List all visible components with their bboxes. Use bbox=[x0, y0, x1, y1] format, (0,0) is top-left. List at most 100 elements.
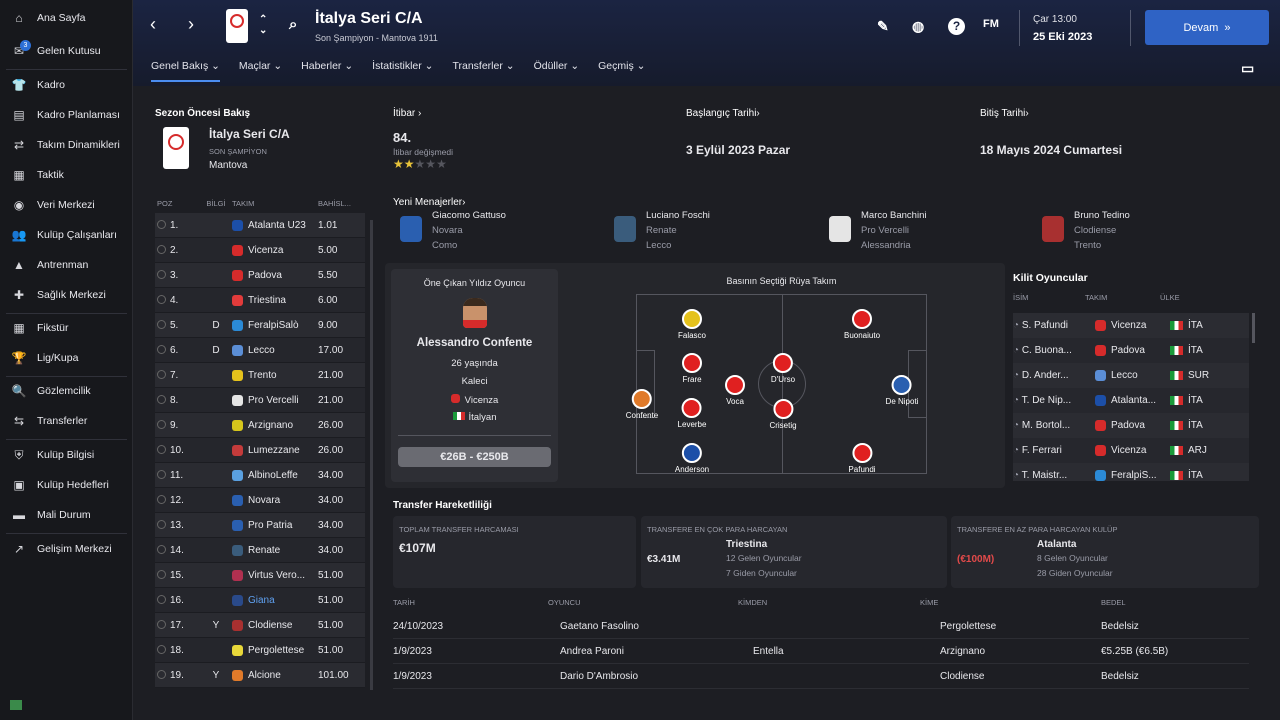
new-managers-label[interactable]: Yeni Menajerler› bbox=[393, 197, 465, 208]
table-row[interactable]: 2. Vicenza 5.00 bbox=[155, 238, 365, 263]
team-cell[interactable]: Lecco bbox=[232, 344, 318, 356]
team-cell[interactable]: Pro Patria bbox=[232, 519, 318, 531]
sidebar-item-16[interactable]: ▬ Mali Durum bbox=[0, 500, 133, 530]
forward-button[interactable]: › bbox=[188, 14, 194, 35]
reputation-label[interactable]: İtibar › bbox=[393, 108, 421, 119]
key-player-row[interactable]: ◔ S. Pafundi Vicenza İTA bbox=[1013, 313, 1249, 338]
team-cell[interactable]: Alcione bbox=[232, 669, 318, 681]
table-row[interactable]: 8. Pro Vercelli 21.00 bbox=[155, 388, 365, 413]
tab-1[interactable]: Maçlar ⌄ bbox=[239, 60, 282, 82]
world-icon[interactable]: ◍ bbox=[912, 18, 924, 35]
column-header[interactable]: KİMDEN bbox=[738, 598, 767, 607]
table-row[interactable]: 12. Novara 34.00 bbox=[155, 488, 365, 513]
column-header[interactable]: BEDEL bbox=[1101, 598, 1126, 607]
continue-button[interactable]: Devam » bbox=[1145, 10, 1269, 45]
chevron-updown-icon[interactable]: ⌃ ⌄ bbox=[259, 14, 267, 36]
sidebar-item-7[interactable]: 👥 Kulüp Çalışanları bbox=[0, 220, 133, 250]
sidebar-item-17[interactable]: ↗ Gelişim Merkezi bbox=[0, 534, 133, 564]
sidebar-item-4[interactable]: ⇄ Takım Dinamikleri bbox=[0, 130, 133, 160]
table-row[interactable]: 1. Atalanta U23 1.01 bbox=[155, 213, 365, 238]
tab-6[interactable]: Geçmiş ⌄ bbox=[598, 60, 645, 82]
team-cell[interactable]: Renate bbox=[232, 544, 318, 556]
key-player-row[interactable]: ◔ D. Ander... Lecco SUR bbox=[1013, 363, 1249, 388]
column-header[interactable]: ÜLKE bbox=[1160, 293, 1220, 307]
team-cell[interactable]: Pro Vercelli bbox=[232, 394, 318, 406]
table-row[interactable]: 6. D Lecco 17.00 bbox=[155, 338, 365, 363]
key-player-row[interactable]: ◔ M. Bortol... Padova İTA bbox=[1013, 413, 1249, 438]
column-header[interactable]: BAHİSL... bbox=[318, 199, 365, 208]
team-cell[interactable]: Trento bbox=[232, 369, 318, 381]
tab-4[interactable]: Transferler ⌄ bbox=[452, 60, 514, 82]
star-club[interactable]: Vicenza bbox=[391, 394, 558, 406]
dream-player[interactable]: Leverbe bbox=[678, 398, 706, 429]
table-row[interactable]: 7. Trento 21.00 bbox=[155, 363, 365, 388]
transfer-row[interactable]: 1/9/2023 Andrea Paroni Entella Arzignano €5.… bbox=[393, 639, 1249, 664]
column-header[interactable]: TARİH bbox=[393, 598, 415, 607]
tab-3[interactable]: İstatistikler ⌄ bbox=[372, 60, 433, 82]
table-row[interactable]: 5. D FeralpiSalò 9.00 bbox=[155, 313, 365, 338]
sidebar-item-0[interactable]: ⌂ Ana Sayfa bbox=[0, 3, 133, 33]
sidebar-item-13[interactable]: ⇆ Transferler bbox=[0, 406, 133, 436]
transfer-row[interactable]: 1/9/2023 Dario D'Ambrosio Clodiense Bedelsi… bbox=[393, 664, 1249, 689]
team-cell[interactable]: Atalanta U23 bbox=[232, 219, 318, 231]
edit-icon[interactable]: ✎ bbox=[877, 18, 889, 35]
key-player-row[interactable]: ◔ T. De Nip... Atalanta... İTA bbox=[1013, 388, 1249, 413]
team-cell[interactable]: FeralpiSalò bbox=[232, 319, 318, 331]
dream-player[interactable]: D'Urso bbox=[771, 353, 795, 384]
transfer-row[interactable]: 24/10/2023 Gaetano Fasolino Pergolettese Be… bbox=[393, 614, 1249, 639]
sidebar-item-9[interactable]: ✚ Sağlık Merkezi bbox=[0, 280, 133, 310]
table-row[interactable]: 14. Renate 34.00 bbox=[155, 538, 365, 563]
table-scrollbar[interactable] bbox=[370, 220, 373, 690]
sidebar-item-3[interactable]: ▤ Kadro Planlaması bbox=[0, 100, 133, 130]
sidebar-item-12[interactable]: 🔍 Gözlemcilik bbox=[0, 376, 133, 406]
key-player-row[interactable]: ◔ C. Buona... Padova İTA bbox=[1013, 338, 1249, 363]
column-header[interactable]: KİME bbox=[920, 598, 938, 607]
sidebar-item-14[interactable]: ⛨ Kulüp Bilgisi bbox=[0, 440, 133, 470]
table-row[interactable]: 19. Y Alcione 101.00 bbox=[155, 663, 365, 688]
start-date-label[interactable]: Başlangıç Tarihi› bbox=[686, 108, 760, 119]
dream-player[interactable]: Buonaiuto bbox=[844, 309, 880, 340]
team-cell[interactable]: Triestina bbox=[232, 294, 318, 306]
end-date-label[interactable]: Bitiş Tarihi› bbox=[980, 108, 1029, 119]
dream-player[interactable]: Falasco bbox=[678, 309, 706, 340]
column-header[interactable]: POZ bbox=[155, 199, 200, 208]
table-row[interactable]: 17. Y Clodiense 51.00 bbox=[155, 613, 365, 638]
sidebar-item-8[interactable]: ▲ Antrenman bbox=[0, 250, 133, 280]
table-row[interactable]: 11. AlbinoLeffe 34.00 bbox=[155, 463, 365, 488]
table-row[interactable]: 16. Giana 51.00 bbox=[155, 588, 365, 613]
team-cell[interactable]: Giana bbox=[232, 594, 318, 606]
table-row[interactable]: 13. Pro Patria 34.00 bbox=[155, 513, 365, 538]
sidebar-item-5[interactable]: ▦ Taktik bbox=[0, 160, 133, 190]
tab-5[interactable]: Ödüller ⌄ bbox=[534, 60, 580, 82]
back-button[interactable]: ‹ bbox=[150, 14, 156, 35]
search-icon[interactable]: ⌕ bbox=[289, 16, 297, 33]
sidebar-item-2[interactable]: 👕 Kadro bbox=[0, 70, 133, 100]
team-cell[interactable]: Lumezzane bbox=[232, 444, 318, 456]
team-cell[interactable]: Virtus Vero... bbox=[232, 569, 318, 581]
team-cell[interactable]: Padova bbox=[232, 269, 318, 281]
sidebar-item-1[interactable]: ✉ 3 Gelen Kutusu bbox=[0, 36, 133, 66]
tab-0[interactable]: Genel Bakış ⌄ bbox=[151, 60, 220, 82]
team-cell[interactable]: Novara bbox=[232, 494, 318, 506]
sidebar-item-10[interactable]: ▦ Fikstür bbox=[0, 313, 133, 343]
team-cell[interactable]: Arzignano bbox=[232, 419, 318, 431]
star-name[interactable]: Alessandro Confente bbox=[391, 337, 558, 349]
column-header[interactable]: TAKIM bbox=[1085, 293, 1160, 307]
dream-player[interactable]: Pafundi bbox=[848, 443, 876, 474]
table-row[interactable]: 15. Virtus Vero... 51.00 bbox=[155, 563, 365, 588]
column-header[interactable]: TAKIM bbox=[232, 199, 318, 208]
dream-player[interactable]: Voca bbox=[725, 375, 745, 406]
sidebar-item-15[interactable]: ▣ Kulüp Hedefleri bbox=[0, 470, 133, 500]
table-row[interactable]: 4. Triestina 6.00 bbox=[155, 288, 365, 313]
key-player-row[interactable]: ◔ T. Maistr... FeralpiS... İTA bbox=[1013, 463, 1249, 481]
status-icon[interactable] bbox=[10, 700, 22, 710]
dream-player[interactable]: Confente bbox=[626, 389, 658, 420]
column-header[interactable]: OYUNCU bbox=[548, 598, 581, 607]
tab-2[interactable]: Haberler ⌄ bbox=[301, 60, 353, 82]
dream-player[interactable]: Frare bbox=[682, 353, 702, 384]
team-cell[interactable]: AlbinoLeffe bbox=[232, 469, 318, 481]
team-cell[interactable]: Pergolettese bbox=[232, 644, 318, 656]
column-header[interactable]: İSİM bbox=[1013, 293, 1085, 307]
team-cell[interactable]: Clodiense bbox=[232, 619, 318, 631]
table-row[interactable]: 10. Lumezzane 26.00 bbox=[155, 438, 365, 463]
